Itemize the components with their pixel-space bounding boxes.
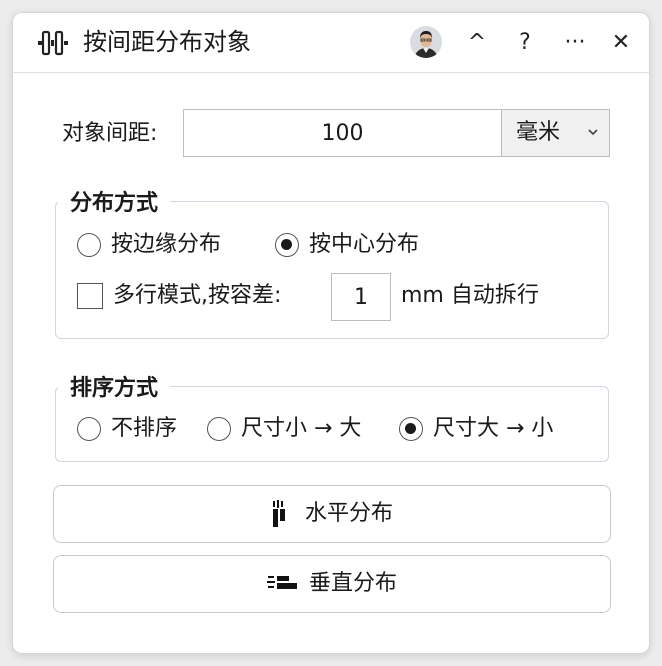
horizontal-distribute-icon (272, 500, 285, 527)
tolerance-suffix: mm 自动拆行 (401, 283, 539, 308)
unit-select[interactable]: 毫米 (501, 109, 610, 157)
vertical-distribute-label: 垂直分布 (308, 571, 397, 596)
tolerance-input[interactable] (331, 273, 391, 321)
avatar-image (410, 26, 442, 58)
distribute-icon (38, 30, 68, 56)
radio-by-edge-label[interactable]: 按边缘分布 (111, 230, 221, 260)
sort-legend: 排序方式 (70, 376, 159, 401)
collapse-button[interactable]: ^ (459, 25, 495, 61)
radio-large-to-small-label[interactable]: 尺寸大 → 小 (433, 414, 553, 444)
help-button[interactable]: ? (507, 25, 543, 61)
vertical-distribute-icon (266, 576, 297, 589)
window-title: 按间距分布对象 (83, 28, 251, 56)
title-bar: 按间距分布对象 ^ ? ··· ✕ (13, 13, 649, 73)
horizontal-distribute-button[interactable]: 水平分布 (53, 485, 611, 543)
distribute-dialog: 按间距分布对象 ^ ? ··· ✕ 对象间距: 毫米 分布方式 按边缘分布 (12, 12, 650, 654)
horizontal-distribute-label: 水平分布 (304, 501, 393, 526)
radio-large-to-small[interactable] (399, 417, 423, 441)
user-avatar[interactable] (410, 26, 442, 58)
radio-by-center[interactable] (275, 233, 299, 257)
more-button[interactable]: ··· (557, 25, 593, 61)
unit-select-value: 毫米 (516, 120, 561, 145)
radio-small-to-large[interactable] (207, 417, 231, 441)
radio-by-center-label[interactable]: 按中心分布 (309, 230, 419, 260)
vertical-distribute-button[interactable]: 垂直分布 (53, 555, 611, 613)
spacing-input[interactable] (183, 109, 501, 157)
distribution-legend: 分布方式 (70, 191, 159, 216)
radio-small-to-large-label[interactable]: 尺寸小 → 大 (241, 414, 361, 444)
spacing-label: 对象间距: (62, 121, 158, 146)
chevron-down-icon (588, 129, 598, 136)
close-button[interactable]: ✕ (603, 25, 639, 61)
radio-no-sort-label[interactable]: 不排序 (111, 414, 177, 444)
radio-no-sort[interactable] (77, 417, 101, 441)
radio-by-edge[interactable] (77, 233, 101, 257)
multiline-label[interactable]: 多行模式,按容差: (113, 281, 281, 311)
multiline-checkbox[interactable] (77, 283, 103, 309)
